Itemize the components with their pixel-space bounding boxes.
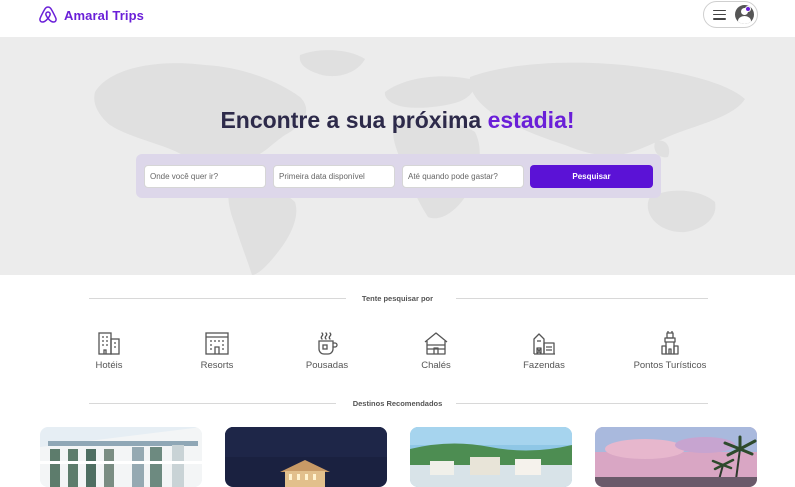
resort-building-icon bbox=[205, 332, 229, 355]
night-building-photo bbox=[225, 427, 387, 487]
hero-title: Encontre a sua próxima estadia! bbox=[0, 107, 795, 134]
airbnb-like-logo-icon bbox=[39, 6, 57, 23]
farm-barn-icon bbox=[533, 333, 555, 355]
destinations-title: Destinos Recomendados bbox=[352, 399, 443, 408]
hero-banner: Encontre a sua próxima estadia! Pesquisa… bbox=[0, 37, 795, 275]
search-button[interactable]: Pesquisar bbox=[530, 165, 653, 188]
category-label: Fazendas bbox=[523, 360, 565, 371]
sunset-palm-trees-photo bbox=[595, 427, 757, 487]
category-label: Hotéis bbox=[95, 360, 123, 371]
destination-card[interactable] bbox=[225, 427, 387, 487]
top-header: Amaral Trips bbox=[0, 0, 795, 36]
notification-dot bbox=[745, 6, 751, 12]
search-form: Pesquisar bbox=[136, 154, 661, 198]
hotel-facade-photo bbox=[40, 427, 202, 487]
hero-title-accent: estadia! bbox=[487, 107, 575, 133]
category-label: Pousadas bbox=[305, 360, 349, 371]
category-pousadas[interactable]: Pousadas bbox=[282, 330, 372, 371]
coastal-town-photo bbox=[410, 427, 572, 487]
destination-card[interactable] bbox=[410, 427, 572, 487]
destination-card[interactable] bbox=[40, 427, 202, 487]
destination-card[interactable] bbox=[595, 427, 757, 487]
hero-title-prefix: Encontre a sua próxima bbox=[220, 107, 488, 133]
category-chales[interactable]: Chalés bbox=[391, 330, 481, 371]
hotel-building-icon bbox=[98, 332, 120, 355]
brand-logo[interactable]: Amaral Trips bbox=[38, 5, 144, 25]
cabin-icon bbox=[424, 332, 448, 355]
destination-input[interactable] bbox=[144, 165, 266, 188]
start-date-input[interactable] bbox=[273, 165, 395, 188]
landmark-tower-icon bbox=[661, 331, 679, 355]
category-label: Resorts bbox=[200, 360, 234, 371]
categories-title: Tente pesquisar por bbox=[361, 294, 434, 303]
brand-name: Amaral Trips bbox=[64, 7, 144, 23]
budget-input[interactable] bbox=[402, 165, 524, 188]
category-pontos-turisticos[interactable]: Pontos Turísticos bbox=[625, 330, 715, 371]
category-hotels[interactable]: Hotéis bbox=[64, 330, 154, 371]
user-menu-button[interactable] bbox=[703, 1, 758, 28]
hot-drink-cup-icon bbox=[318, 332, 338, 355]
hamburger-icon bbox=[713, 9, 726, 20]
category-label: Pontos Turísticos bbox=[633, 360, 707, 371]
category-resorts[interactable]: Resorts bbox=[172, 330, 262, 371]
category-label: Chalés bbox=[421, 360, 451, 371]
category-fazendas[interactable]: Fazendas bbox=[499, 330, 589, 371]
